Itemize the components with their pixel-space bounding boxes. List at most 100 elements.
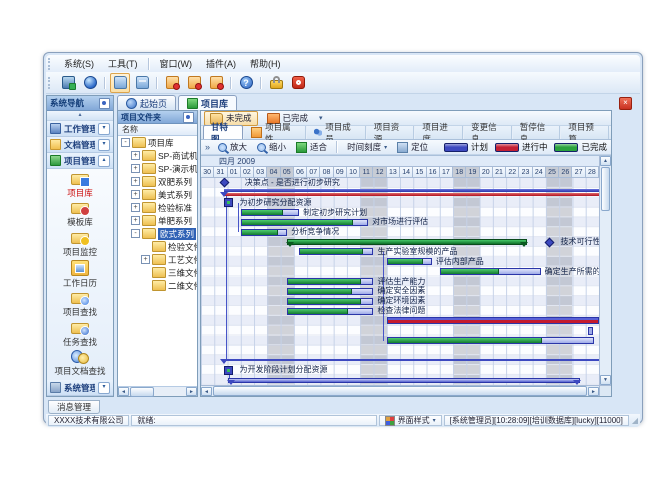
message-manager-tab[interactable]: 消息管理 xyxy=(48,400,100,414)
expand-minus-icon[interactable]: - xyxy=(121,138,130,147)
tree-item-0[interactable]: -项目库 xyxy=(118,136,197,149)
menu-item-2[interactable]: 工具(T) xyxy=(101,56,145,71)
zoom-in-button[interactable]: 放大 xyxy=(214,140,251,154)
milestone-square[interactable] xyxy=(224,198,233,207)
schedule-refresh-button[interactable] xyxy=(184,73,204,93)
sidebar-item-0[interactable]: 项目库 xyxy=(47,172,113,199)
horizontal-scrollbar[interactable]: ◄ ► xyxy=(201,385,599,396)
task-bar[interactable] xyxy=(287,278,373,285)
sidebar-panel-bottom[interactable]: 系统管理▾ xyxy=(47,380,113,396)
expand-plus-icon[interactable]: + xyxy=(131,203,140,212)
detail-tab-3[interactable]: 项目资源 xyxy=(366,126,415,139)
sidebar-item-5[interactable]: 任务查找 xyxy=(47,321,113,348)
task-bar[interactable] xyxy=(440,268,541,275)
tree-item-4[interactable]: +美式系列 xyxy=(118,188,197,201)
task-bar[interactable] xyxy=(387,258,432,265)
tree-item-10[interactable]: 三维文件 xyxy=(118,266,197,279)
task-bar[interactable] xyxy=(287,308,373,315)
sidebar-item-1[interactable]: 模板库 xyxy=(47,201,113,228)
power-button[interactable] xyxy=(288,73,308,93)
detail-tab-0[interactable]: 甘特图 xyxy=(203,125,243,139)
toolbar-overflow-button[interactable]: » xyxy=(205,142,210,152)
lock-button[interactable] xyxy=(266,73,286,93)
expand-plus-icon[interactable]: + xyxy=(131,216,140,225)
milestone-diamond[interactable] xyxy=(219,178,229,188)
detail-tab-6[interactable]: 暂停信息 xyxy=(512,126,561,139)
expand-plus-icon[interactable]: + xyxy=(141,255,150,264)
menu-item-3[interactable]: 窗口(W) xyxy=(153,56,200,71)
scroll-right-icon[interactable]: ► xyxy=(588,387,599,396)
resize-grip[interactable]: ◢ xyxy=(632,416,638,425)
expand-plus-icon[interactable]: + xyxy=(131,151,140,160)
horizontal-scroll-thumb[interactable] xyxy=(213,386,587,396)
expand-minus-icon[interactable]: - xyxy=(131,229,140,238)
task-bar[interactable] xyxy=(287,288,373,295)
sidebar-item-4[interactable]: 项目查找 xyxy=(47,291,113,318)
sidebar-collapse-strip[interactable]: ▴ xyxy=(47,111,113,121)
milestone-diamond[interactable] xyxy=(544,237,554,247)
tree-item-5[interactable]: +检验标准 xyxy=(118,201,197,214)
globe-button[interactable] xyxy=(80,73,100,93)
time-scale-button[interactable]: 时间刻度▾ xyxy=(343,140,391,154)
detail-tab-2[interactable]: 项目成员 xyxy=(306,126,366,139)
task-bar[interactable] xyxy=(241,209,299,216)
scroll-left-icon[interactable]: ◄ xyxy=(201,387,212,396)
task-bar[interactable] xyxy=(241,219,368,226)
scroll-down-icon[interactable]: ▼ xyxy=(600,375,611,385)
summary-progress-bar[interactable] xyxy=(224,189,599,196)
chevron-down-icon[interactable]: ▾ xyxy=(98,123,110,135)
tree-item-7[interactable]: -欧式系列 xyxy=(118,227,197,240)
detail-tab-5[interactable]: 变更信息 xyxy=(463,126,512,139)
filter-more-button[interactable]: ▾ xyxy=(319,114,323,122)
sidebar-item-2[interactable]: 项目监控 xyxy=(47,231,113,258)
milestone-square[interactable] xyxy=(224,366,233,375)
sidebar-panel-2[interactable]: 项目管理▴ xyxy=(47,153,113,169)
main-tab-1[interactable]: 项目库 xyxy=(178,95,237,110)
tree-item-1[interactable]: +SP-商试机系 xyxy=(118,149,197,162)
tree-item-8[interactable]: 检验文件 xyxy=(118,240,197,253)
summary-plan-bar[interactable] xyxy=(228,378,581,383)
detail-tab-4[interactable]: 项目进度 xyxy=(414,126,463,139)
sidebar-panel-1[interactable]: 文档管理▾ xyxy=(47,137,113,153)
scroll-up-icon[interactable]: ▲ xyxy=(600,156,611,166)
task-bar[interactable] xyxy=(387,337,594,344)
pin-icon[interactable] xyxy=(99,98,110,109)
expand-plus-icon[interactable]: + xyxy=(131,177,140,186)
help-button[interactable] xyxy=(236,73,256,93)
folder-view-button[interactable] xyxy=(132,73,152,93)
chevron-up-icon[interactable]: ▴ xyxy=(98,155,110,167)
tree-item-9[interactable]: +工艺文件 xyxy=(118,253,197,266)
menu-item-4[interactable]: 插件(A) xyxy=(199,56,243,71)
task-bar-inprogress[interactable] xyxy=(387,317,599,324)
fit-button[interactable]: 适合 xyxy=(292,140,331,154)
schedule-alert-button[interactable] xyxy=(206,73,226,93)
computer-button[interactable] xyxy=(58,73,78,93)
scroll-left-icon[interactable]: ◄ xyxy=(118,387,129,396)
close-icon[interactable]: × xyxy=(619,97,632,110)
task-bar[interactable] xyxy=(299,248,373,255)
chevron-down-icon[interactable]: ▾ xyxy=(98,139,110,151)
folder-open-button[interactable] xyxy=(110,73,130,93)
chevron-down-icon[interactable]: ▾ xyxy=(98,382,110,394)
task-stub[interactable] xyxy=(588,327,593,335)
scroll-right-icon[interactable]: ► xyxy=(186,387,197,396)
zoom-out-button[interactable]: 缩小 xyxy=(253,140,290,154)
tree-item-11[interactable]: 二维文件 xyxy=(118,279,197,292)
tree-item-3[interactable]: +双肥系列 xyxy=(118,175,197,188)
detail-tab-1[interactable]: 项目属性 xyxy=(243,126,305,139)
interface-style-button[interactable]: 界面样式▾ xyxy=(379,415,442,426)
tree-scroll-thumb[interactable] xyxy=(130,387,154,397)
task-bar[interactable] xyxy=(287,298,373,305)
vertical-scrollbar[interactable]: ▲ ▼ xyxy=(599,156,611,385)
tree-item-6[interactable]: +单肥系列 xyxy=(118,214,197,227)
menu-item-1[interactable]: 系统(S) xyxy=(57,56,101,71)
locate-button[interactable]: 定位 xyxy=(393,140,432,154)
expand-plus-icon[interactable]: + xyxy=(131,164,140,173)
sidebar-item-6[interactable]: 项目文档查找 xyxy=(47,350,113,377)
expand-plus-icon[interactable]: + xyxy=(131,190,140,199)
schedule-mail-button[interactable] xyxy=(162,73,182,93)
tree-horizontal-scrollbar[interactable]: ◄ ► xyxy=(118,386,197,396)
tree-column-header[interactable]: 名称 xyxy=(118,124,197,136)
summary-completed-bar[interactable] xyxy=(287,239,527,245)
menu-item-5[interactable]: 帮助(H) xyxy=(243,56,288,71)
